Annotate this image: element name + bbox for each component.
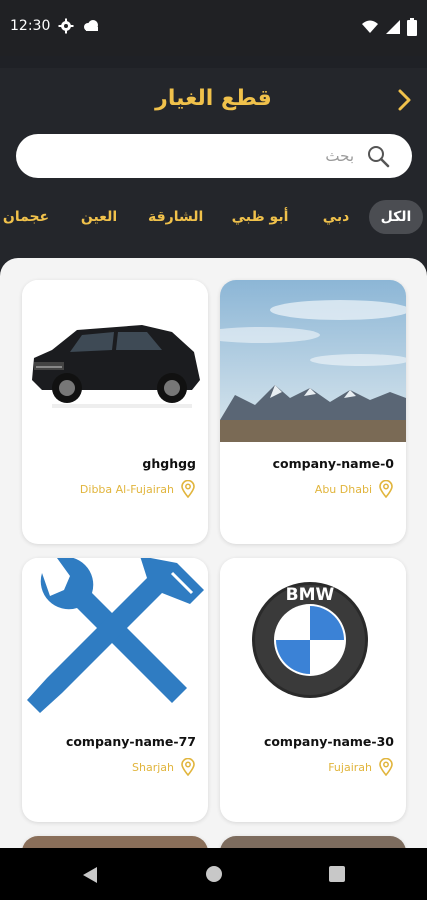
tools-image — [22, 558, 208, 720]
chip-abu-dhabi[interactable]: أبو ظبي — [230, 200, 290, 234]
chevron-right-icon[interactable] — [392, 88, 416, 112]
recents-square-icon[interactable] — [329, 866, 345, 882]
company-card[interactable]: BMW company-name-30 Fujairah — [220, 558, 406, 822]
company-card[interactable]: ghghgg Dibba Al-Fujairah — [22, 280, 208, 544]
chip-ajman[interactable]: عجمان — [2, 200, 50, 234]
company-name: company-name-77 — [65, 734, 196, 749]
search-placeholder: بحث — [325, 147, 354, 165]
search-icon[interactable] — [366, 144, 390, 168]
company-name: company-name-0 — [272, 456, 394, 471]
location-label: Dibba Al-Fujairah — [79, 482, 174, 496]
location-label: Fujairah — [328, 760, 372, 774]
company-card-partial[interactable] — [220, 836, 406, 848]
cloud-icon — [84, 20, 98, 31]
signal-icon — [386, 20, 400, 34]
company-card[interactable]: company-name-0 Abu Dhabi — [220, 280, 406, 544]
location-label: Sharjah — [132, 760, 174, 774]
company-card[interactable]: company-name-77 Sharjah — [22, 558, 208, 822]
location-label: Abu Dhabi — [314, 482, 372, 496]
gear-icon — [58, 18, 74, 34]
navigation-bar — [0, 848, 427, 900]
location-pin-icon — [181, 480, 195, 498]
bmw-logo-text: BMW — [286, 585, 335, 605]
company-location: Fujairah — [328, 758, 394, 776]
chip-dubai[interactable]: دبي — [314, 200, 358, 234]
chip-all[interactable]: الكل — [369, 200, 423, 234]
card-image-partial — [220, 836, 406, 848]
battery-icon — [407, 18, 417, 36]
location-pin-icon — [181, 758, 195, 776]
location-pin-icon — [379, 480, 393, 498]
company-location: Dibba Al-Fujairah — [80, 480, 196, 498]
company-card-partial[interactable] — [22, 836, 208, 848]
status-bar: 12:30 — [0, 0, 427, 56]
content-area: company-name-0 Abu Dhabi ghghgg Dibba Al… — [0, 258, 427, 848]
page-title: قطع الغيار — [155, 86, 272, 111]
location-pin-icon — [379, 758, 393, 776]
home-circle-icon[interactable] — [205, 865, 223, 883]
company-name: company-name-30 — [263, 734, 394, 749]
company-location: Sharjah — [132, 758, 196, 776]
filter-chips: الكل دبي أبو ظبي الشارقة العين عجمان — [0, 200, 427, 236]
black-suv-image — [22, 280, 208, 442]
search-bar[interactable]: بحث — [16, 134, 412, 178]
bmw-logo-image: BMW — [220, 558, 406, 720]
status-time: 12:30 — [10, 18, 51, 34]
back-triangle-icon[interactable] — [82, 866, 98, 884]
chip-sharjah[interactable]: الشارقة — [148, 200, 203, 234]
card-image-partial — [22, 836, 208, 848]
mountain-landscape-image — [220, 280, 406, 442]
company-name: ghghgg — [142, 456, 196, 471]
wifi-icon — [362, 20, 378, 33]
chip-al-ain[interactable]: العين — [78, 200, 120, 234]
company-location: Abu Dhabi — [315, 480, 394, 498]
